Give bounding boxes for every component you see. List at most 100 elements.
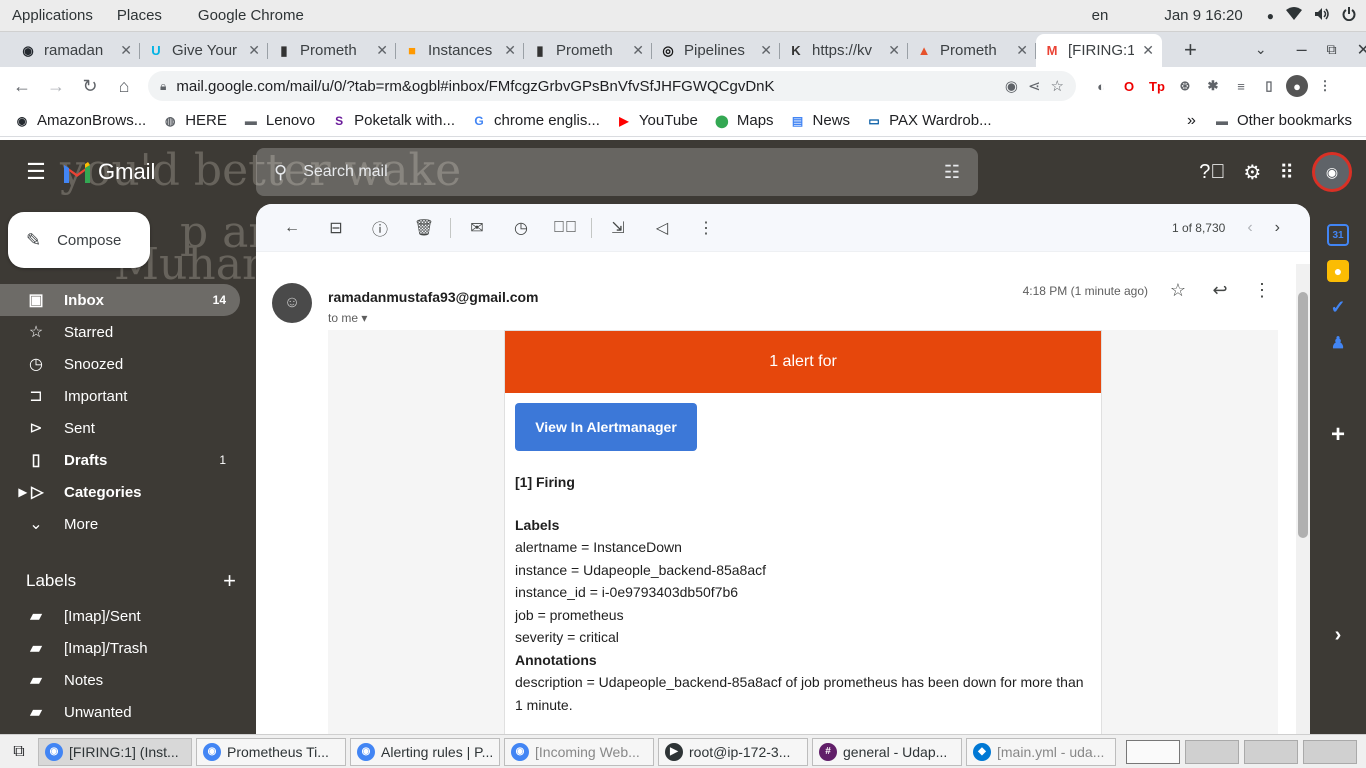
bookmark-item[interactable]: S Poketalk with...: [323, 112, 463, 129]
tab-close-icon[interactable]: ✕: [120, 42, 132, 59]
extension-icon-2[interactable]: ⊛: [1174, 75, 1196, 97]
eye-icon[interactable]: ◉: [1005, 77, 1018, 95]
opera-icon[interactable]: O: [1118, 75, 1140, 97]
tasks-icon[interactable]: ✓: [1327, 296, 1349, 318]
tab-close-icon[interactable]: ✕: [248, 42, 260, 59]
workspace-2[interactable]: [1185, 739, 1239, 764]
search-bar[interactable]: ⚲ Search mail ☷: [256, 148, 978, 196]
expand-side-panel-icon[interactable]: ›: [1327, 624, 1349, 646]
label-item[interactable]: ▰ [Imap]/Trash: [0, 632, 240, 664]
taskbar-item[interactable]: ◉ [Incoming Web...: [504, 737, 654, 766]
compose-button[interactable]: ✎ Compose: [8, 212, 150, 268]
recipient-details[interactable]: to me ▾: [328, 311, 539, 325]
browser-tab[interactable]: ■ Instances ✕: [396, 34, 524, 67]
main-menu-icon[interactable]: ☰: [18, 154, 54, 190]
bookmark-item[interactable]: ◍ HERE: [154, 112, 235, 129]
more-bookmarks-chevron-icon[interactable]: »: [1187, 112, 1206, 130]
tab-close-icon[interactable]: ✕: [504, 42, 516, 59]
side-panel-icon[interactable]: ▯: [1258, 75, 1280, 97]
view-in-alertmanager-button[interactable]: View In Alertmanager: [515, 403, 697, 451]
archive-icon[interactable]: ⊟: [314, 208, 358, 248]
reload-icon[interactable]: ↻: [76, 72, 104, 100]
places-menu[interactable]: Places: [105, 7, 174, 24]
bookmark-item[interactable]: ⬤ Maps: [706, 112, 782, 129]
extension-icon-1[interactable]: ◐: [1090, 75, 1112, 97]
add-task-icon[interactable]: ✓⃝: [543, 208, 587, 248]
keep-icon[interactable]: ●: [1327, 260, 1349, 282]
tab-close-icon[interactable]: ✕: [888, 42, 900, 59]
nav-item-snoozed[interactable]: ◷ Snoozed: [0, 348, 240, 380]
workspace-4[interactable]: [1303, 739, 1357, 764]
label-icon[interactable]: ◁: [640, 208, 684, 248]
calendar-icon[interactable]: 31: [1327, 224, 1349, 246]
nav-item-inbox[interactable]: ▣ Inbox 14: [0, 284, 240, 316]
profile-icon[interactable]: ●: [1286, 75, 1308, 97]
new-tab-button[interactable]: +: [1184, 37, 1197, 63]
search-icon[interactable]: ⚲: [274, 162, 287, 183]
taskbar-item[interactable]: ◉ Prometheus Ti...: [196, 737, 346, 766]
address-bar[interactable]: 🔒︎ mail.google.com/mail/u/0/?tab=rm&ogbl…: [148, 71, 1076, 101]
sender-email[interactable]: ramadanmustafa93@gmail.com: [328, 289, 539, 305]
browser-tab[interactable]: ▮ Prometh ✕: [524, 34, 652, 67]
volume-icon[interactable]: [1314, 7, 1330, 25]
show-desktop-icon[interactable]: ⧉: [4, 743, 34, 761]
tab-close-icon[interactable]: ✕: [632, 42, 644, 59]
label-item[interactable]: ▰ Notes: [0, 664, 240, 696]
label-item[interactable]: ▰ [Imap]/Sent: [0, 600, 240, 632]
gmail-logo[interactable]: Gmail: [62, 159, 155, 185]
browser-tab[interactable]: ◎ Pipelines ✕: [652, 34, 780, 67]
workspace-3[interactable]: [1244, 739, 1298, 764]
clock[interactable]: Jan 9 16:20: [1164, 7, 1242, 24]
create-label-icon[interactable]: +: [223, 568, 236, 594]
browser-tab[interactable]: ▲ Prometh ✕: [908, 34, 1036, 67]
workspace-1[interactable]: [1126, 739, 1180, 764]
bookmark-star-icon[interactable]: ☆: [1051, 77, 1064, 95]
bookmark-item[interactable]: ◉ AmazonBrows...: [6, 112, 154, 129]
tab-search-chevron-icon[interactable]: ⌄: [1255, 41, 1267, 58]
browser-tab[interactable]: ▮ Prometh ✕: [268, 34, 396, 67]
taskbar-item[interactable]: ◆ [main.yml - uda...: [966, 737, 1116, 766]
report-spam-icon[interactable]: ⓘ: [358, 208, 402, 248]
active-app-name[interactable]: Google Chrome: [174, 7, 316, 24]
bookmark-item[interactable]: ▶ YouTube: [608, 112, 706, 129]
nav-item-more[interactable]: ⌄ More: [0, 508, 240, 540]
apps-grid-icon[interactable]: ⠿: [1279, 160, 1294, 185]
settings-gear-icon[interactable]: ⚙: [1243, 160, 1261, 185]
search-options-icon[interactable]: ☷: [944, 162, 960, 183]
media-icon[interactable]: ≡: [1230, 75, 1252, 97]
restore-button[interactable]: ⧉: [1327, 41, 1337, 58]
taskbar-item[interactable]: ◉ Alerting rules | P...: [350, 737, 500, 766]
older-chevron-icon[interactable]: ›: [1275, 219, 1280, 237]
taskbar-item[interactable]: ▶ root@ip-172-3...: [658, 737, 808, 766]
browser-tab[interactable]: ◉ ramadan ✕: [12, 34, 140, 67]
tab-close-icon[interactable]: ✕: [1016, 42, 1028, 59]
more-options-icon[interactable]: ⋮: [684, 208, 728, 248]
menu-icon[interactable]: ⋮: [1314, 75, 1336, 97]
help-icon[interactable]: ?⃝: [1199, 161, 1225, 184]
tab-close-icon[interactable]: ✕: [760, 42, 772, 59]
sender-avatar[interactable]: ☺: [272, 283, 312, 323]
home-icon[interactable]: ⌂: [110, 72, 138, 100]
add-addon-icon[interactable]: +: [1327, 421, 1349, 448]
snooze-icon[interactable]: ◷: [499, 208, 543, 248]
url-text[interactable]: mail.google.com/mail/u/0/?tab=rm&ogbl#in…: [176, 78, 994, 95]
back-icon[interactable]: ←: [8, 72, 36, 100]
account-avatar[interactable]: ◉: [1312, 152, 1352, 192]
share-icon[interactable]: ⋖: [1028, 77, 1041, 95]
message-more-icon[interactable]: ⋮: [1250, 280, 1274, 301]
tp-icon[interactable]: Tp: [1146, 75, 1168, 97]
forward-icon[interactable]: →: [42, 72, 70, 100]
tab-close-icon[interactable]: ✕: [376, 42, 388, 59]
power-icon[interactable]: [1342, 6, 1356, 25]
move-to-icon[interactable]: ⇲: [596, 208, 640, 248]
nav-item-categories[interactable]: ▸ ▷ Categories: [0, 476, 240, 508]
bookmark-item[interactable]: ▭ PAX Wardrob...: [858, 112, 1000, 129]
lock-icon[interactable]: 🔒︎: [160, 79, 166, 94]
minimize-button[interactable]: –: [1297, 39, 1307, 60]
nav-item-drafts[interactable]: ▯ Drafts 1: [0, 444, 240, 476]
contacts-icon[interactable]: ♟: [1327, 332, 1349, 354]
browser-tab[interactable]: M [FIRING:1 ✕: [1036, 34, 1162, 67]
puzzle-icon[interactable]: ✱: [1202, 75, 1224, 97]
bookmark-item[interactable]: Gchrome englis...: [463, 112, 608, 129]
taskbar-item[interactable]: # general - Udap...: [812, 737, 962, 766]
